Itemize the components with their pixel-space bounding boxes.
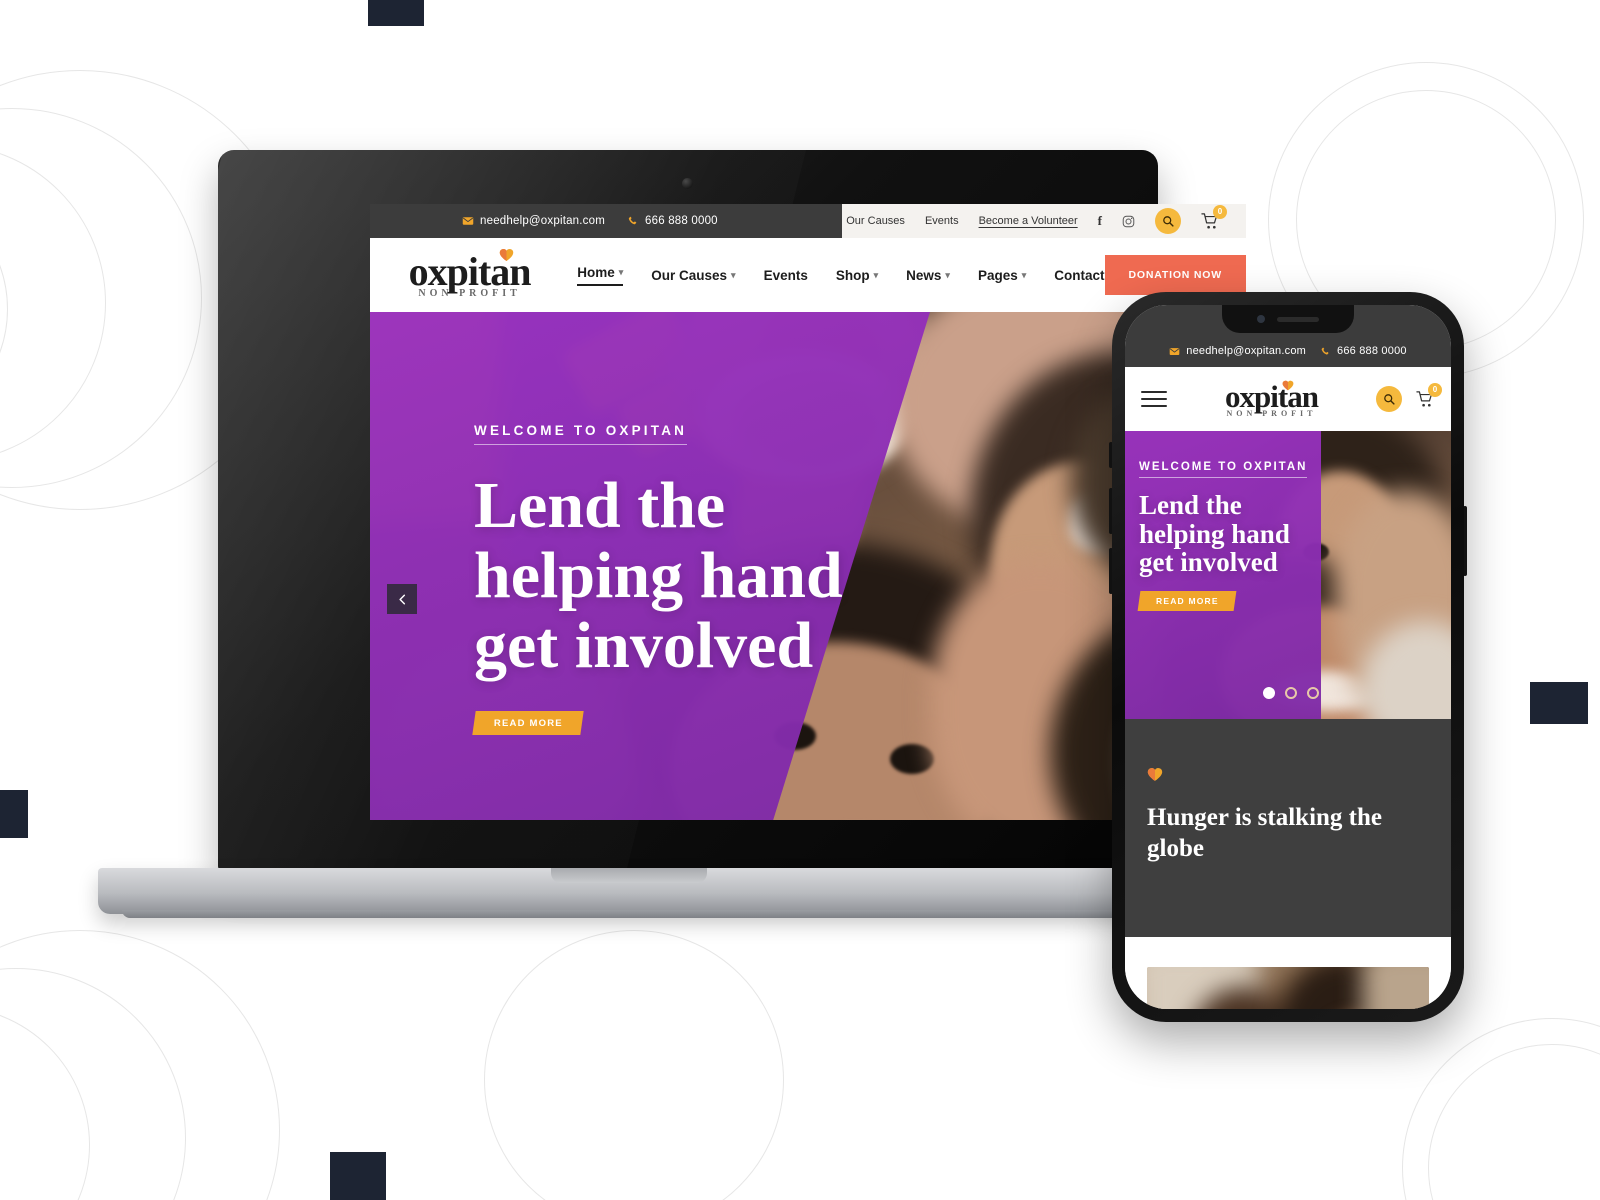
hero-dot-1[interactable] (1263, 687, 1275, 699)
decorative-square-right (1530, 682, 1588, 724)
envelope-icon (462, 215, 474, 227)
laptop-base-notch (551, 868, 707, 883)
mobile-topbar-phone[interactable]: 666 888 0000 (1320, 345, 1407, 357)
decorative-square-left (0, 790, 28, 838)
decorative-square-top (368, 0, 424, 26)
mobile-card-section (1125, 937, 1451, 1009)
mobile-hero-title-line-2: helping hand (1139, 518, 1290, 549)
mobile-topbar-phone-text: 666 888 0000 (1337, 345, 1407, 357)
mobile-hero-title-line-1: Lend the (1139, 490, 1242, 520)
brand-tagline: NON PROFIT (418, 287, 521, 299)
nav-item-contact[interactable]: Contact (1054, 268, 1104, 283)
topbar-phone[interactable]: 666 888 0000 (627, 215, 718, 227)
brand-name: oxpitan (408, 248, 532, 294)
nav-item-events[interactable]: Events (764, 268, 808, 283)
instagram-icon[interactable] (1122, 215, 1135, 228)
laptop-mockup: needhelp@oxpitan.com 666 888 0000 Our Ca… (98, 150, 1246, 918)
topbar-phone-text: 666 888 0000 (645, 215, 718, 227)
mockup-canvas: needhelp@oxpitan.com 666 888 0000 Our Ca… (0, 0, 1600, 1200)
hero-content: WELCOME TO OXPITAN Lend the helping hand… (370, 312, 1246, 735)
laptop-foot (122, 910, 1136, 918)
mobile-cart-count-badge: 0 (1428, 382, 1442, 397)
donation-now-button[interactable]: DONATION NOW (1104, 255, 1246, 295)
laptop-lid: needhelp@oxpitan.com 666 888 0000 Our Ca… (218, 150, 1246, 872)
decorative-square-bottom (330, 1152, 386, 1200)
mobile-hero-content: WELCOME TO OXPITAN Lend the helping hand… (1125, 431, 1451, 611)
brand-logo[interactable]: oxpitan NON PROFIT (406, 248, 533, 299)
topbar-link-become-a-volunteer[interactable]: Become a Volunteer (979, 215, 1078, 227)
nav-item-news[interactable]: News ▾ (906, 268, 950, 283)
mobile-hunger-section: Hunger is stalking the globe (1125, 719, 1451, 937)
hero-title-line-3: get involved (474, 608, 814, 682)
primary-menu: Home ▾ Our Causes ▾ Events Shop ▾ News ▾ Pag… (577, 265, 1105, 286)
laptop-webcam-icon (682, 178, 693, 189)
mobile-hero-pagination[interactable] (1263, 687, 1319, 699)
chevron-down-icon: ▾ (945, 269, 950, 280)
search-icon (1384, 394, 1395, 405)
mobile-hero-eyebrow: WELCOME TO OXPITAN (1139, 461, 1308, 478)
mobile-hero-title: Lend the helping hand get involved (1139, 491, 1451, 577)
mobile-cart-button[interactable]: 0 (1416, 382, 1442, 409)
topbar-email-text: needhelp@oxpitan.com (480, 215, 606, 227)
cart-count-badge: 0 (1213, 204, 1227, 219)
search-icon (1163, 216, 1174, 227)
hero-read-more-label: READ MORE (493, 717, 563, 729)
nav-item-pages[interactable]: Pages ▾ (978, 268, 1026, 283)
nav-item-home[interactable]: Home ▾ (577, 265, 624, 286)
topbar-link-events[interactable]: Events (925, 215, 959, 227)
heart-icon (1282, 378, 1294, 396)
nav-item-shop[interactable]: Shop ▾ (836, 268, 878, 283)
hero-dot-2[interactable] (1285, 687, 1297, 699)
topbar-link-our-causes[interactable]: Our Causes (846, 215, 905, 227)
hero-read-more-button[interactable]: READ MORE (472, 710, 584, 735)
mobile-hero-read-more-button[interactable]: READ MORE (1137, 590, 1237, 611)
decorative-rings-bottom-left (0, 930, 300, 1200)
phone-notch (1222, 305, 1354, 333)
topbar-cart-button[interactable]: 0 (1201, 204, 1227, 231)
mobile-hero-title-line-3: get involved (1139, 547, 1278, 578)
decorative-circle-center-bottom (484, 930, 794, 1200)
mobile-card-image[interactable] (1147, 967, 1429, 1009)
chevron-down-icon: ▾ (1021, 269, 1027, 280)
topbar-email[interactable]: needhelp@oxpitan.com (462, 215, 605, 227)
desktop-topbar: needhelp@oxpitan.com 666 888 0000 Our Ca… (370, 204, 1246, 238)
nav-item-our-causes[interactable]: Our Causes ▾ (651, 268, 735, 283)
front-camera-icon (1257, 315, 1265, 323)
earpiece-speaker-icon (1277, 316, 1319, 322)
facebook-icon[interactable]: f (1098, 213, 1102, 229)
mobile-section-heading: Hunger is stalking the globe (1147, 804, 1382, 862)
decorative-rings-bottom-right (1402, 1018, 1600, 1200)
hero-dot-3[interactable] (1307, 687, 1319, 699)
mobile-hero-read-more-label: READ MORE (1155, 595, 1219, 606)
heart-icon (499, 248, 514, 267)
heart-icon (1147, 767, 1163, 787)
laptop-base (98, 868, 1160, 914)
chevron-down-icon: ▾ (873, 269, 879, 280)
phone-icon (627, 215, 639, 227)
chevron-down-icon: ▾ (731, 269, 736, 280)
topbar-search-button[interactable] (1155, 208, 1181, 234)
phone-icon (1320, 346, 1331, 357)
hero-eyebrow: WELCOME TO OXPITAN (474, 423, 688, 445)
mobile-search-button[interactable] (1376, 386, 1402, 412)
chevron-down-icon: ▾ (618, 266, 624, 277)
